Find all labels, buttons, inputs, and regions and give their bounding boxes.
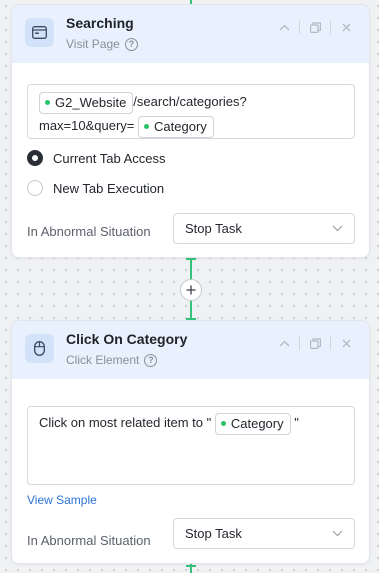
option-new-tab[interactable]: New Tab Execution <box>27 180 164 196</box>
card-actions <box>271 17 359 37</box>
copy-icon <box>309 337 321 349</box>
variable-chip-category[interactable]: Category <box>214 412 291 435</box>
variable-chip-category[interactable]: Category <box>138 115 214 138</box>
select-value: Stop Task <box>185 526 242 541</box>
instruction-text-end: " <box>294 415 299 430</box>
chevron-up-icon <box>279 340 289 346</box>
duplicate-button[interactable] <box>302 333 328 353</box>
close-button[interactable] <box>333 17 359 37</box>
divider <box>330 20 331 34</box>
variable-chip-website[interactable]: G2_Website <box>39 91 134 114</box>
abnormal-situation-select[interactable]: Stop Task <box>173 213 355 244</box>
duplicate-button[interactable] <box>302 17 328 37</box>
variable-dot-icon <box>144 124 150 130</box>
mouse-icon <box>25 334 54 363</box>
divider <box>330 336 331 350</box>
url-input[interactable]: G2_Website/search/categories? max=10&quer… <box>27 84 355 139</box>
chevron-down-icon <box>332 530 343 537</box>
url-query-prefix: max=10&query= <box>39 118 135 133</box>
step-type-label: Click Element <box>66 353 140 367</box>
abnormal-situation-label: In Abnormal Situation <box>27 533 151 548</box>
step-card-searching[interactable]: Searching Visit Page ? G2_Website/search… <box>11 4 370 258</box>
option-current-tab[interactable]: Current Tab Access <box>27 150 165 166</box>
instruction-input[interactable]: Click on most related item to " Category… <box>27 406 355 485</box>
chevron-up-icon <box>279 24 289 30</box>
step-type-label: Visit Page <box>66 37 120 51</box>
connector-cap <box>186 258 196 260</box>
help-icon[interactable]: ? <box>124 37 138 51</box>
connector-cap <box>186 565 196 567</box>
abnormal-situation-select[interactable]: Stop Task <box>173 518 355 549</box>
add-step-button[interactable] <box>180 279 202 301</box>
browser-window-icon <box>25 18 54 47</box>
option-label: New Tab Execution <box>53 180 165 196</box>
instruction-text: Click on most related item to " <box>39 415 212 430</box>
select-value: Stop Task <box>185 221 242 236</box>
view-sample-link[interactable]: View Sample <box>27 493 97 507</box>
option-label: Current Tab Access <box>53 150 166 166</box>
url-path: /search/categories? <box>133 94 247 109</box>
close-button[interactable] <box>333 333 359 353</box>
radio-selected[interactable] <box>27 150 43 166</box>
copy-icon <box>309 21 321 33</box>
step-title: Click On Category <box>66 331 188 347</box>
close-icon <box>342 339 350 347</box>
step-card-click-category[interactable]: Click On Category Click Element ? Click … <box>11 320 370 564</box>
step-subtitle: Click Element ? <box>66 353 158 367</box>
card-actions <box>271 333 359 353</box>
step-subtitle: Visit Page ? <box>66 37 138 51</box>
plus-icon <box>186 285 196 295</box>
variable-dot-icon <box>45 100 50 106</box>
close-icon <box>342 23 350 31</box>
collapse-button[interactable] <box>271 17 297 37</box>
chevron-down-icon <box>332 225 343 232</box>
radio-unselected[interactable] <box>27 180 43 196</box>
divider <box>299 20 300 34</box>
card-header: Searching Visit Page ? <box>12 5 369 63</box>
step-title: Searching <box>66 15 134 31</box>
variable-dot-icon <box>220 421 226 427</box>
divider <box>299 336 300 350</box>
help-icon[interactable]: ? <box>144 353 158 367</box>
card-header: Click On Category Click Element ? <box>12 321 369 379</box>
collapse-button[interactable] <box>271 333 297 353</box>
abnormal-situation-label: In Abnormal Situation <box>27 224 151 239</box>
